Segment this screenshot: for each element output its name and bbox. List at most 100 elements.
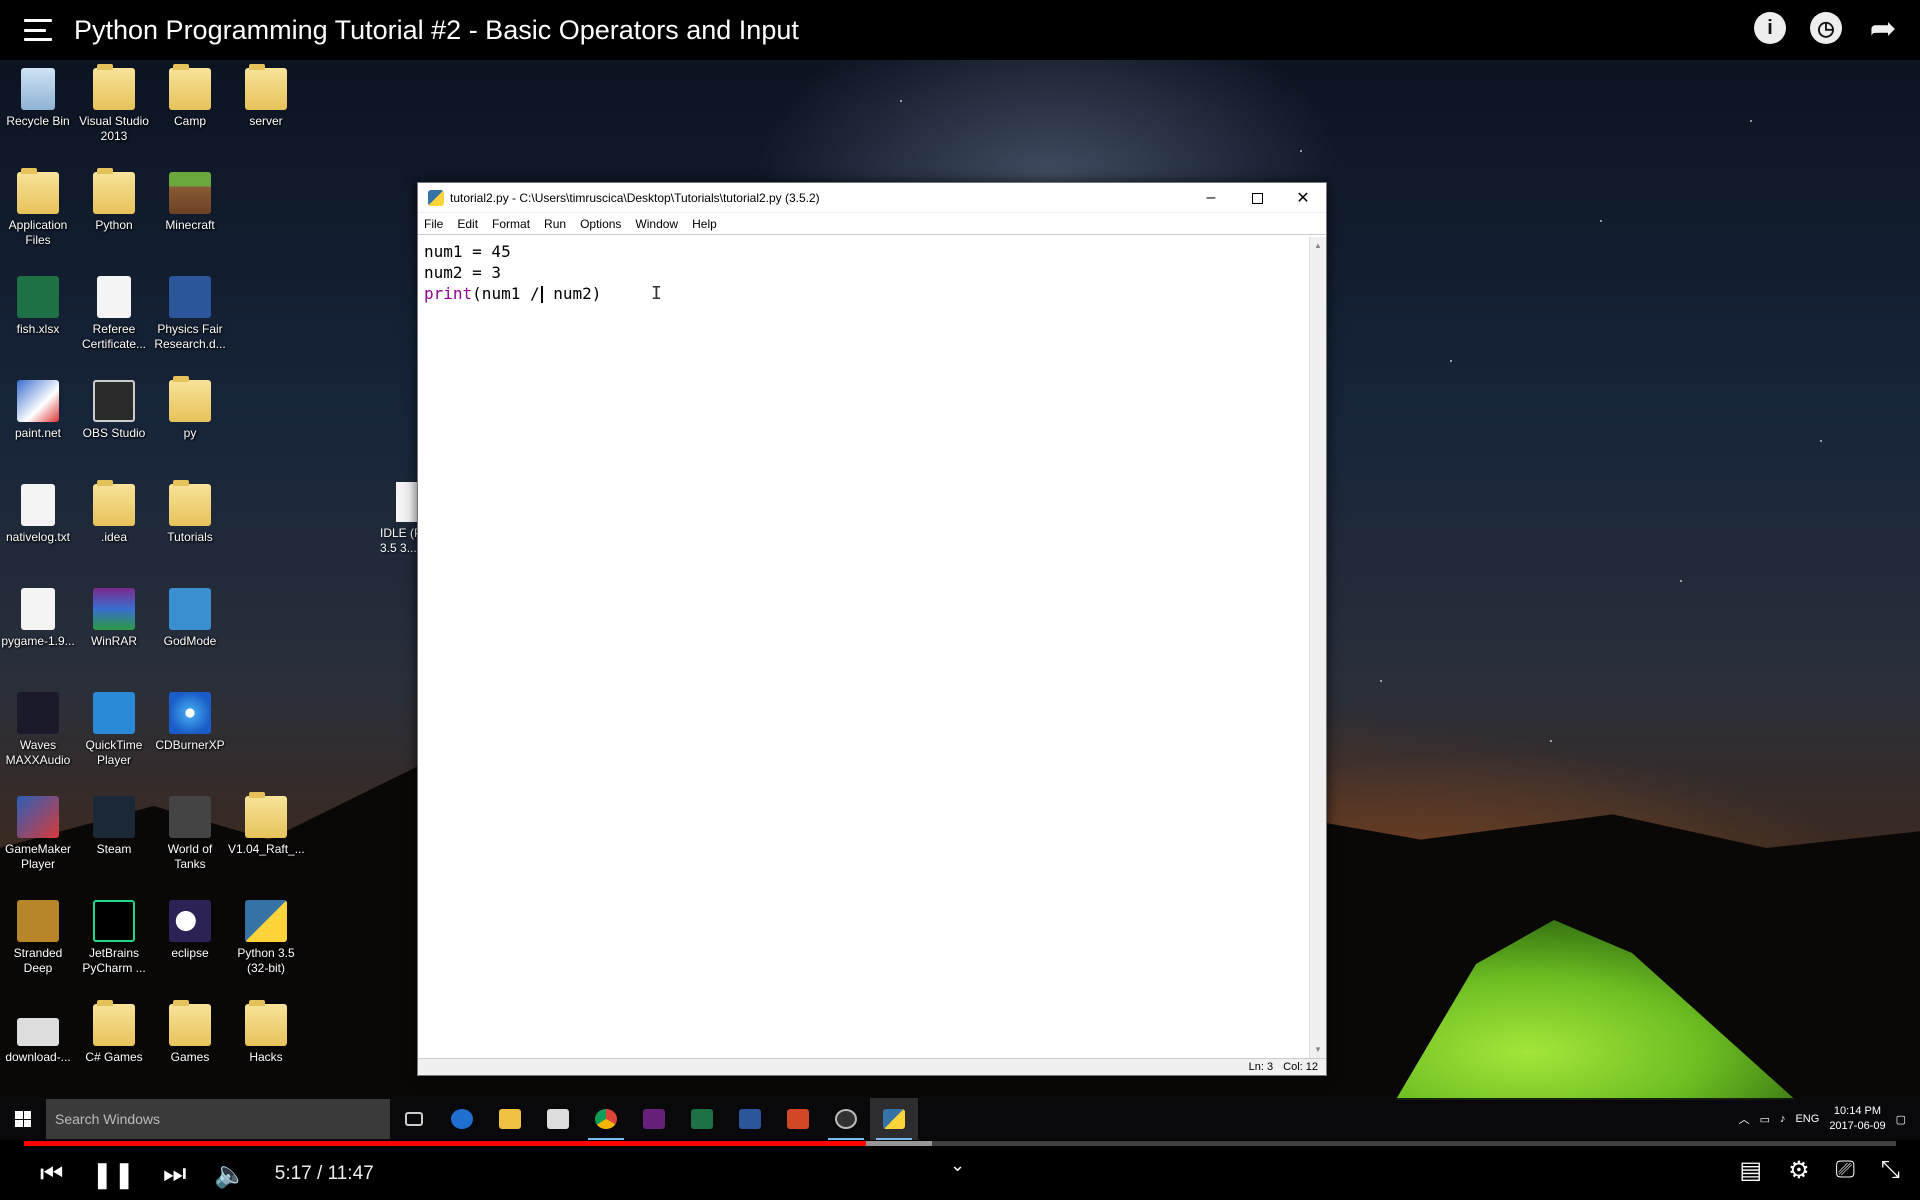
desktop-icon[interactable]: QuickTime Player xyxy=(76,692,152,768)
close-button[interactable]: ✕ xyxy=(1280,183,1326,213)
desktop-icon[interactable]: pygame-1.9... xyxy=(0,588,76,649)
folder-icon xyxy=(93,480,135,526)
taskbar-edge[interactable] xyxy=(438,1098,486,1140)
network-icon[interactable]: ▭ xyxy=(1760,1113,1770,1126)
volume-icon[interactable]: ♪ xyxy=(1780,1113,1786,1125)
taskbar-search-input[interactable]: Search Windows xyxy=(46,1099,390,1139)
menu-edit[interactable]: Edit xyxy=(457,217,478,231)
chevron-down-icon[interactable]: ⌄ xyxy=(950,1155,965,1176)
menu-window[interactable]: Window xyxy=(635,217,678,231)
volume-icon[interactable]: 🔈 xyxy=(214,1159,246,1190)
notifications-icon[interactable]: ▢ xyxy=(1896,1113,1906,1126)
vertical-scrollbar[interactable]: ▲ ▼ xyxy=(1309,237,1326,1058)
start-button[interactable] xyxy=(0,1098,46,1140)
desktop-icon[interactable]: Waves MAXXAudio xyxy=(0,692,76,768)
desktop-icon-idle[interactable]: IDLE (P 3.5 3... xyxy=(380,482,422,556)
scroll-down-icon[interactable]: ▼ xyxy=(1310,1041,1326,1058)
task-view-button[interactable] xyxy=(390,1098,438,1140)
desktop-icon[interactable]: Application Files xyxy=(0,168,76,248)
cast-icon[interactable]: ⎚ xyxy=(1836,1156,1855,1185)
desktop-icon[interactable]: download-... xyxy=(0,1004,76,1065)
taskbar-chrome[interactable] xyxy=(582,1098,630,1140)
window-titlebar[interactable]: tutorial2.py - C:\Users\timruscica\Deskt… xyxy=(418,183,1326,213)
desktop-icon[interactable]: GameMaker Player xyxy=(0,796,76,872)
desktop-icon[interactable]: Referee Certificate... xyxy=(76,276,152,352)
video-title[interactable]: Python Programming Tutorial #2 - Basic O… xyxy=(74,15,799,46)
taskbar-visual-studio[interactable] xyxy=(630,1098,678,1140)
taskbar-excel[interactable] xyxy=(678,1098,726,1140)
desktop-icon[interactable]: .idea xyxy=(76,480,152,545)
image-file-icon xyxy=(17,1018,59,1046)
status-line: Ln: 3 xyxy=(1248,1061,1274,1073)
windows-logo-icon xyxy=(15,1111,31,1127)
next-icon[interactable]: ⏭ xyxy=(163,1158,186,1190)
desktop-icon-label: Games xyxy=(170,1050,210,1064)
desktop-icon[interactable]: Python 3.5 (32-bit) xyxy=(228,900,304,976)
taskbar-clock[interactable]: 10:14 PM 2017-06-09 xyxy=(1829,1104,1885,1134)
folder-icon xyxy=(93,64,135,110)
clock-date: 2017-06-09 xyxy=(1829,1120,1886,1132)
taskbar-store[interactable] xyxy=(534,1098,582,1140)
document-icon xyxy=(97,276,131,318)
taskbar-explorer[interactable] xyxy=(486,1098,534,1140)
desktop-icon-label: Recycle Bin xyxy=(6,114,70,128)
desktop-icon-label: .idea xyxy=(100,530,128,544)
playlist-menu-icon[interactable] xyxy=(24,19,52,41)
exit-fullscreen-icon[interactable]: ⤡ xyxy=(1881,1156,1900,1185)
taskbar-idle[interactable] xyxy=(870,1098,918,1140)
desktop-icon[interactable]: Steam xyxy=(76,796,152,857)
info-icon[interactable]: i xyxy=(1754,12,1786,44)
desktop-icon[interactable]: C# Games xyxy=(76,1000,152,1065)
tray-chevron-icon[interactable]: ︿ xyxy=(1739,1111,1750,1127)
desktop-icon[interactable]: V1.04_Raft_... xyxy=(228,792,305,857)
clock-time: 10:14 PM xyxy=(1833,1105,1881,1117)
desktop-icon[interactable]: Python xyxy=(76,168,152,233)
video-progress-bar[interactable] xyxy=(24,1141,1896,1146)
menu-run[interactable]: Run xyxy=(544,217,566,231)
desktop-icon[interactable]: CDBurnerXP xyxy=(152,692,228,753)
desktop-icon[interactable]: Camp xyxy=(152,64,228,129)
desktop-icon[interactable]: Visual Studio 2013 xyxy=(76,64,152,144)
desktop-icon[interactable]: paint.net xyxy=(0,380,76,441)
word-icon xyxy=(739,1109,761,1129)
desktop-icon[interactable]: fish.xlsx xyxy=(0,276,76,337)
desktop-icon[interactable]: server xyxy=(228,64,304,129)
desktop-icon[interactable]: nativelog.txt xyxy=(0,484,76,545)
eclipse-icon xyxy=(169,900,211,942)
desktop-icon[interactable]: Hacks xyxy=(228,1000,304,1065)
desktop-icon[interactable]: Games xyxy=(152,1000,228,1065)
desktop-icon[interactable]: Tutorials xyxy=(152,480,228,545)
desktop-icon[interactable]: Physics Fair Research.d... xyxy=(152,276,228,352)
minimize-button[interactable]: – xyxy=(1188,183,1234,213)
language-indicator[interactable]: ENG xyxy=(1795,1113,1819,1125)
desktop-icon[interactable]: GodMode xyxy=(152,588,228,649)
menu-help[interactable]: Help xyxy=(692,217,717,231)
code-line: print(num1 / num2) xyxy=(424,283,1303,304)
desktop-icon[interactable]: JetBrains PyCharm ... xyxy=(76,900,152,976)
settings-gear-icon[interactable]: ⚙ xyxy=(1788,1156,1810,1185)
previous-icon[interactable]: ⏮ xyxy=(40,1158,63,1190)
subtitles-icon[interactable]: ▤ xyxy=(1739,1156,1762,1185)
desktop-icon[interactable]: WinRAR xyxy=(76,588,152,649)
maximize-button[interactable] xyxy=(1234,183,1280,213)
code-editor[interactable]: num1 = 45 num2 = 3 print(num1 / num2) I xyxy=(418,237,1309,1058)
share-icon[interactable]: ➦ xyxy=(1866,12,1900,44)
menu-format[interactable]: Format xyxy=(492,217,530,231)
ibeam-cursor-icon: I xyxy=(651,283,662,304)
desktop-icon[interactable]: World of Tanks xyxy=(152,796,228,872)
watch-later-icon[interactable]: ◷ xyxy=(1810,12,1842,44)
desktop-icon-label: paint.net xyxy=(14,426,62,440)
desktop-icon[interactable]: py xyxy=(152,376,228,441)
desktop-icon[interactable]: eclipse xyxy=(152,900,228,961)
desktop-icon[interactable]: Minecraft xyxy=(152,172,228,233)
desktop-icon[interactable]: Recycle Bin xyxy=(0,68,76,129)
menu-options[interactable]: Options xyxy=(580,217,621,231)
scroll-up-icon[interactable]: ▲ xyxy=(1310,237,1326,254)
pause-icon[interactable]: ❚❚ xyxy=(91,1159,135,1190)
taskbar-powerpoint[interactable] xyxy=(774,1098,822,1140)
taskbar-obs[interactable] xyxy=(822,1098,870,1140)
desktop-icon[interactable]: OBS Studio xyxy=(76,380,152,441)
menu-file[interactable]: File xyxy=(424,217,443,231)
taskbar-word[interactable] xyxy=(726,1098,774,1140)
desktop-icon[interactable]: Stranded Deep xyxy=(0,900,76,976)
